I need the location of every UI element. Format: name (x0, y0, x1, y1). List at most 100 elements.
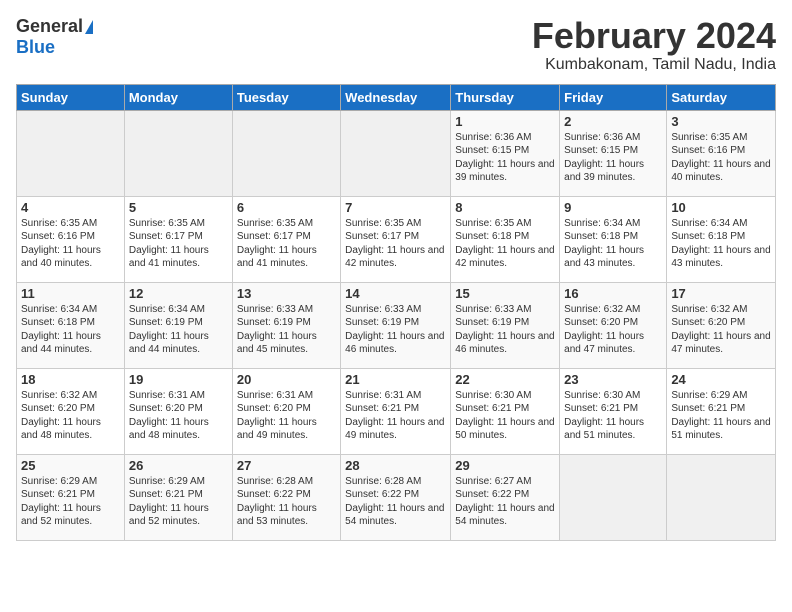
header-day-sunday: Sunday (17, 84, 125, 110)
calendar-cell: 6Sunrise: 6:35 AM Sunset: 6:17 PM Daylig… (232, 196, 340, 282)
day-info: Sunrise: 6:36 AM Sunset: 6:15 PM Dayligh… (455, 131, 555, 185)
calendar-week-4: 18 Sunrise: 6:32 AM Sunset: 6:20 PM Dayli… (17, 368, 776, 454)
calendar-week-1: 1 Sunrise: 6:36 AM Sunset: 6:15 PM Daylig… (17, 110, 776, 196)
day-info: Sunrise: 6:35 AM Sunset: 6:16 PM Dayligh… (671, 131, 771, 185)
header-day-saturday: Saturday (667, 84, 776, 110)
day-number: 2 (564, 114, 662, 129)
day-number: 8 (455, 200, 555, 215)
day-number: 5 (129, 200, 228, 215)
logo-triangle-icon (85, 20, 93, 34)
day-number: 17 (671, 286, 771, 301)
calendar-cell: 12 Sunrise: 6:34 AM Sunset: 6:19 PM Dayli… (124, 282, 232, 368)
day-info: Sunrise: 6:32 AM Sunset: 6:20 PM Dayligh… (671, 303, 771, 357)
day-number: 16 (564, 286, 662, 301)
calendar-cell: 13 Sunrise: 6:33 AM Sunset: 6:19 PM Dayli… (232, 282, 340, 368)
calendar-cell: 29Sunrise: 6:27 AM Sunset: 6:22 PM Dayli… (451, 454, 560, 540)
header-day-tuesday: Tuesday (232, 84, 340, 110)
calendar-cell: 19Sunrise: 6:31 AM Sunset: 6:20 PM Dayli… (124, 368, 232, 454)
calendar-cell (560, 454, 667, 540)
day-number: 26 (129, 458, 228, 473)
calendar-cell: 23 Sunrise: 6:30 AM Sunset: 6:21 PM Dayli… (560, 368, 667, 454)
day-info: Sunrise: 6:31 AM Sunset: 6:20 PM Dayligh… (237, 389, 336, 443)
calendar-cell: 20 Sunrise: 6:31 AM Sunset: 6:20 PM Dayli… (232, 368, 340, 454)
day-info: Sunrise: 6:33 AM Sunset: 6:19 PM Dayligh… (345, 303, 446, 357)
calendar-cell: 28 Sunrise: 6:28 AM Sunset: 6:22 PM Dayli… (341, 454, 451, 540)
day-info: Sunrise: 6:29 AM Sunset: 6:21 PM Dayligh… (129, 475, 228, 529)
calendar-cell: 21 Sunrise: 6:31 AM Sunset: 6:21 PM Dayli… (341, 368, 451, 454)
day-number: 22 (455, 372, 555, 387)
calendar-week-3: 11 Sunrise: 6:34 AM Sunset: 6:18 PM Dayli… (17, 282, 776, 368)
day-info: Sunrise: 6:34 AM Sunset: 6:18 PM Dayligh… (21, 303, 120, 357)
header-day-wednesday: Wednesday (341, 84, 451, 110)
calendar-cell: 8 Sunrise: 6:35 AM Sunset: 6:18 PM Daylig… (451, 196, 560, 282)
day-info: Sunrise: 6:34 AM Sunset: 6:19 PM Dayligh… (129, 303, 228, 357)
calendar-cell: 11 Sunrise: 6:34 AM Sunset: 6:18 PM Dayli… (17, 282, 125, 368)
day-number: 21 (345, 372, 446, 387)
day-info: Sunrise: 6:34 AM Sunset: 6:18 PM Dayligh… (564, 217, 662, 271)
day-number: 18 (21, 372, 120, 387)
calendar-week-5: 25 Sunrise: 6:29 AM Sunset: 6:21 PM Dayli… (17, 454, 776, 540)
day-info: Sunrise: 6:30 AM Sunset: 6:21 PM Dayligh… (564, 389, 662, 443)
calendar-table: SundayMondayTuesdayWednesdayThursdayFrid… (16, 84, 776, 541)
header-day-thursday: Thursday (451, 84, 560, 110)
day-info: Sunrise: 6:35 AM Sunset: 6:17 PM Dayligh… (237, 217, 336, 271)
day-info: Sunrise: 6:35 AM Sunset: 6:16 PM Dayligh… (21, 217, 120, 271)
day-number: 28 (345, 458, 446, 473)
calendar-cell: 16 Sunrise: 6:32 AM Sunset: 6:20 PM Dayli… (560, 282, 667, 368)
day-number: 11 (21, 286, 120, 301)
calendar-title: February 2024 (532, 16, 776, 56)
day-number: 4 (21, 200, 120, 215)
calendar-cell: 7 Sunrise: 6:35 AM Sunset: 6:17 PM Daylig… (341, 196, 451, 282)
calendar-cell: 10Sunrise: 6:34 AM Sunset: 6:18 PM Dayli… (667, 196, 776, 282)
day-number: 15 (455, 286, 555, 301)
calendar-cell: 3Sunrise: 6:35 AM Sunset: 6:16 PM Daylig… (667, 110, 776, 196)
day-number: 25 (21, 458, 120, 473)
day-number: 20 (237, 372, 336, 387)
calendar-cell: 18 Sunrise: 6:32 AM Sunset: 6:20 PM Dayli… (17, 368, 125, 454)
logo: General Blue (16, 16, 93, 58)
calendar-cell: 22Sunrise: 6:30 AM Sunset: 6:21 PM Dayli… (451, 368, 560, 454)
day-info: Sunrise: 6:35 AM Sunset: 6:17 PM Dayligh… (345, 217, 446, 271)
title-area: February 2024 Kumbakonam, Tamil Nadu, In… (532, 16, 776, 74)
day-number: 1 (455, 114, 555, 129)
calendar-cell: 4 Sunrise: 6:35 AM Sunset: 6:16 PM Daylig… (17, 196, 125, 282)
calendar-cell: 25 Sunrise: 6:29 AM Sunset: 6:21 PM Dayli… (17, 454, 125, 540)
calendar-cell: 26 Sunrise: 6:29 AM Sunset: 6:21 PM Dayli… (124, 454, 232, 540)
day-info: Sunrise: 6:32 AM Sunset: 6:20 PM Dayligh… (21, 389, 120, 443)
day-number: 13 (237, 286, 336, 301)
calendar-cell: 17 Sunrise: 6:32 AM Sunset: 6:20 PM Dayli… (667, 282, 776, 368)
day-info: Sunrise: 6:32 AM Sunset: 6:20 PM Dayligh… (564, 303, 662, 357)
calendar-cell: 15 Sunrise: 6:33 AM Sunset: 6:19 PM Dayli… (451, 282, 560, 368)
calendar-cell: 1 Sunrise: 6:36 AM Sunset: 6:15 PM Daylig… (451, 110, 560, 196)
day-number: 12 (129, 286, 228, 301)
calendar-cell (341, 110, 451, 196)
day-info: Sunrise: 6:29 AM Sunset: 6:21 PM Dayligh… (21, 475, 120, 529)
day-info: Sunrise: 6:28 AM Sunset: 6:22 PM Dayligh… (345, 475, 446, 529)
day-number: 9 (564, 200, 662, 215)
day-info: Sunrise: 6:33 AM Sunset: 6:19 PM Dayligh… (237, 303, 336, 357)
day-number: 27 (237, 458, 336, 473)
calendar-cell (232, 110, 340, 196)
day-info: Sunrise: 6:36 AM Sunset: 6:15 PM Dayligh… (564, 131, 662, 185)
calendar-cell (124, 110, 232, 196)
logo-general-text: General (16, 16, 83, 37)
header-day-monday: Monday (124, 84, 232, 110)
day-info: Sunrise: 6:28 AM Sunset: 6:22 PM Dayligh… (237, 475, 336, 529)
calendar-cell (17, 110, 125, 196)
calendar-subtitle: Kumbakonam, Tamil Nadu, India (532, 56, 776, 74)
day-info: Sunrise: 6:33 AM Sunset: 6:19 PM Dayligh… (455, 303, 555, 357)
day-info: Sunrise: 6:34 AM Sunset: 6:18 PM Dayligh… (671, 217, 771, 271)
calendar-cell: 14 Sunrise: 6:33 AM Sunset: 6:19 PM Dayli… (341, 282, 451, 368)
calendar-cell: 24Sunrise: 6:29 AM Sunset: 6:21 PM Dayli… (667, 368, 776, 454)
day-number: 7 (345, 200, 446, 215)
day-number: 19 (129, 372, 228, 387)
day-info: Sunrise: 6:31 AM Sunset: 6:21 PM Dayligh… (345, 389, 446, 443)
day-number: 29 (455, 458, 555, 473)
calendar-cell: 9 Sunrise: 6:34 AM Sunset: 6:18 PM Daylig… (560, 196, 667, 282)
calendar-cell: 27 Sunrise: 6:28 AM Sunset: 6:22 PM Dayli… (232, 454, 340, 540)
day-number: 14 (345, 286, 446, 301)
header: General Blue February 2024 Kumbakonam, T… (16, 16, 776, 74)
calendar-week-2: 4 Sunrise: 6:35 AM Sunset: 6:16 PM Daylig… (17, 196, 776, 282)
day-info: Sunrise: 6:35 AM Sunset: 6:18 PM Dayligh… (455, 217, 555, 271)
day-number: 23 (564, 372, 662, 387)
